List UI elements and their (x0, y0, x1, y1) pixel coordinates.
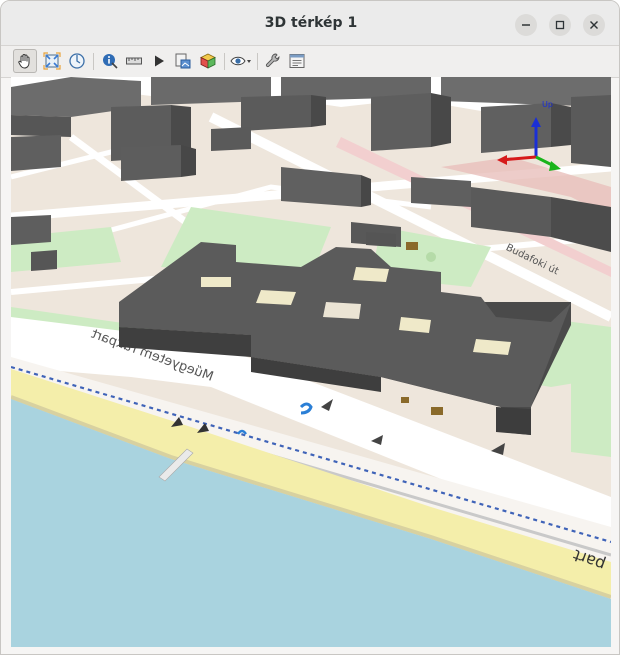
axis-up-label: Up (542, 100, 553, 109)
options-button[interactable] (261, 49, 285, 73)
measure-ruler-icon (126, 57, 142, 65)
pan-hand-icon (18, 54, 30, 69)
compass-icon (69, 53, 85, 69)
export-image-icon (175, 53, 191, 69)
minimize-icon (522, 24, 530, 26)
close-button[interactable] (583, 14, 605, 36)
map-scene[interactable]: Műegyetem rakpart Budafoki út part Up (11, 77, 611, 647)
maximize-icon (555, 20, 565, 30)
settings-window-icon (289, 54, 305, 68)
map-3d-window: 3D térkép 1 Műegyetem rakpart Budafoki ú… (0, 0, 620, 655)
eye-icon (230, 56, 251, 66)
map-toolbar (1, 46, 619, 78)
camera-north-button[interactable] (65, 49, 89, 73)
export-image-button[interactable] (171, 49, 195, 73)
animation-button[interactable] (147, 49, 171, 73)
identify-button[interactable] (98, 49, 122, 73)
settings-window-button[interactable] (285, 49, 309, 73)
3d-layer-button[interactable] (196, 49, 220, 73)
camera-menu-button[interactable] (229, 49, 253, 73)
zoom-full-button[interactable] (40, 49, 64, 73)
close-icon (590, 21, 598, 29)
minimize-button[interactable] (515, 14, 537, 36)
map-3d-canvas[interactable]: Műegyetem rakpart Budafoki út part Up (11, 77, 611, 647)
measure-button[interactable] (122, 49, 146, 73)
toolbar-separator (257, 53, 258, 70)
zoom-full-icon (43, 52, 61, 70)
title-bar[interactable]: 3D térkép 1 (1, 1, 619, 46)
cube-icon (200, 53, 216, 69)
play-icon (155, 55, 164, 67)
toolbar-separator (93, 53, 94, 70)
identify-icon (103, 54, 118, 69)
maximize-button[interactable] (549, 14, 571, 36)
toolbar-separator (224, 53, 225, 70)
wrench-icon (265, 53, 280, 68)
pan-tool-button[interactable] (13, 49, 37, 73)
